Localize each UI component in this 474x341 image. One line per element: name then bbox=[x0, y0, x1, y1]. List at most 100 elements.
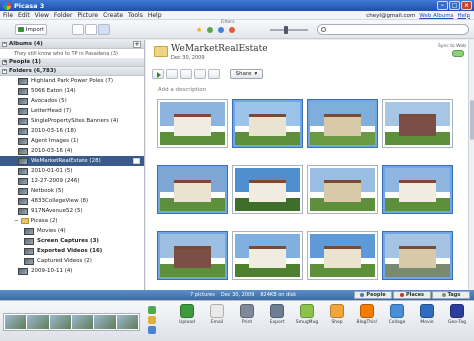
photo-thumbnail[interactable] bbox=[383, 166, 452, 213]
scrollbar-thumb[interactable] bbox=[470, 100, 474, 140]
folder-item[interactable]: 2010-03-16 (18) bbox=[0, 126, 144, 136]
collapse-icon[interactable]: - bbox=[2, 41, 7, 47]
detail-view-button[interactable] bbox=[98, 24, 110, 35]
menu-edit[interactable]: Edit bbox=[18, 12, 30, 19]
folder-item[interactable]: Avocados (5) bbox=[0, 96, 144, 106]
thumbnail-view-button[interactable] bbox=[85, 24, 97, 35]
album-title[interactable]: WeMarketRealEstate bbox=[171, 44, 268, 54]
add-description-field[interactable]: Add a description bbox=[158, 87, 206, 93]
maximize-button[interactable]: □ bbox=[449, 1, 460, 10]
photo-thumbnail[interactable] bbox=[308, 100, 377, 147]
search-input[interactable] bbox=[317, 24, 469, 35]
folder-item[interactable]: 2010-01-01 (5) bbox=[0, 166, 144, 176]
locked-button[interactable] bbox=[194, 69, 206, 79]
clear-icon[interactable] bbox=[148, 316, 156, 324]
folder-item[interactable]: Screen Captures (3) bbox=[0, 236, 144, 246]
places-button[interactable]: Places bbox=[393, 291, 431, 299]
tags-button[interactable]: Tags bbox=[432, 291, 470, 299]
tray-thumbnail[interactable] bbox=[49, 315, 71, 329]
albums-section-header[interactable]: - Albums (4) + bbox=[0, 40, 144, 49]
help-link[interactable]: Help bbox=[457, 13, 470, 19]
smugmug-button[interactable]: SmugMug bbox=[296, 304, 318, 325]
collage-button[interactable] bbox=[166, 69, 178, 79]
photo-thumbnail[interactable] bbox=[158, 166, 227, 213]
folder-item[interactable]: Agent Images (1) bbox=[0, 136, 144, 146]
list-view-button[interactable] bbox=[72, 24, 84, 35]
collapse-icon[interactable]: - bbox=[2, 68, 7, 74]
face-filter-icon[interactable] bbox=[218, 27, 224, 33]
folder-item[interactable]: 2009-10-11 (4) bbox=[0, 266, 144, 276]
folder-item[interactable]: Movies (4) bbox=[0, 226, 144, 236]
shop-button[interactable]: Shop bbox=[326, 304, 348, 325]
movie-tray-button[interactable]: Movie bbox=[416, 304, 438, 325]
blogthis-button[interactable]: BlogThis! bbox=[356, 304, 378, 325]
tray-thumbnail[interactable] bbox=[5, 315, 27, 329]
selection-tray[interactable] bbox=[3, 313, 140, 331]
photo-thumbnail[interactable] bbox=[383, 232, 452, 279]
menu-view[interactable]: View bbox=[35, 12, 49, 19]
movie-filter-icon[interactable] bbox=[207, 27, 213, 33]
slider-handle[interactable] bbox=[284, 26, 288, 34]
geotag-filter-icon[interactable] bbox=[229, 27, 235, 33]
photo-thumbnail[interactable] bbox=[308, 232, 377, 279]
photo-thumbnail[interactable] bbox=[308, 166, 377, 213]
folder-item[interactable]: 12-27-2009 (246) bbox=[0, 176, 144, 186]
folder-item-selected[interactable]: WeMarketRealEstate (28) bbox=[0, 156, 144, 166]
geotag-button[interactable]: Geo-Tag bbox=[446, 304, 468, 325]
minimize-button[interactable]: – bbox=[437, 1, 448, 10]
add-album-button[interactable]: + bbox=[133, 41, 141, 48]
menu-tools[interactable]: Tools bbox=[128, 12, 143, 19]
folder-item[interactable]: SinglePropertySites Banners (4) bbox=[0, 116, 144, 126]
close-button[interactable]: × bbox=[461, 1, 472, 10]
photo-thumbnail[interactable] bbox=[233, 232, 302, 279]
folder-item[interactable]: Exported Videos (16) bbox=[0, 246, 144, 256]
folder-item[interactable]: 5066 Eaton (14) bbox=[0, 86, 144, 96]
collapse-icon[interactable]: − bbox=[14, 218, 19, 224]
photo-thumbnail[interactable] bbox=[158, 100, 227, 147]
folder-item[interactable]: 4833CollegeView (8) bbox=[0, 196, 144, 206]
photo-thumbnail[interactable] bbox=[233, 166, 302, 213]
import-button[interactable]: Import bbox=[15, 24, 47, 35]
expand-icon[interactable]: + bbox=[2, 59, 7, 65]
starred-filter-icon[interactable]: ★ bbox=[196, 27, 202, 34]
folder-item[interactable]: Captured Videos (2) bbox=[0, 256, 144, 266]
tray-thumbnail[interactable] bbox=[27, 315, 49, 329]
folders-section-header[interactable]: - Folders (6,783) bbox=[0, 67, 144, 76]
print-button[interactable]: Print bbox=[236, 304, 258, 325]
people-section-header[interactable]: + People (1) bbox=[0, 58, 144, 67]
album-item[interactable]: They still know who to TP in Pasadena (3… bbox=[0, 49, 144, 58]
folder-share-icon[interactable] bbox=[133, 158, 140, 164]
photo-thumbnail[interactable] bbox=[158, 232, 227, 279]
tray-thumbnail[interactable] bbox=[116, 315, 138, 329]
folder-item[interactable]: Highland Park Power Poles (7) bbox=[0, 76, 144, 86]
menu-create[interactable]: Create bbox=[103, 12, 123, 19]
menu-file[interactable]: File bbox=[3, 12, 13, 19]
hold-icon[interactable] bbox=[148, 306, 156, 314]
folder-item[interactable]: 2010-03-16 (4) bbox=[0, 146, 144, 156]
export-tray-button[interactable]: Export bbox=[266, 304, 288, 325]
share-button[interactable]: Share ▾ bbox=[230, 69, 263, 79]
email-button[interactable]: Email bbox=[206, 304, 228, 325]
web-albums-link[interactable]: Web Albums bbox=[419, 13, 453, 19]
upload-button[interactable]: Upload bbox=[176, 304, 198, 325]
add-to-album-icon[interactable] bbox=[148, 326, 156, 334]
menu-help[interactable]: Help bbox=[148, 12, 162, 19]
folder-item[interactable]: Netbook (5) bbox=[0, 186, 144, 196]
movie-button[interactable] bbox=[180, 69, 192, 79]
export-button[interactable] bbox=[208, 69, 220, 79]
menu-folder[interactable]: Folder bbox=[54, 12, 73, 19]
folder-item[interactable]: 917NAvenue52 (5) bbox=[0, 206, 144, 216]
tray-thumbnail[interactable] bbox=[94, 315, 116, 329]
vertical-scrollbar[interactable] bbox=[468, 40, 474, 290]
sync-to-web-toggle[interactable] bbox=[452, 50, 464, 57]
photo-thumbnail[interactable] bbox=[383, 100, 452, 147]
tray-thumbnail[interactable] bbox=[71, 315, 94, 329]
slideshow-play-button[interactable] bbox=[152, 69, 164, 79]
menu-picture[interactable]: Picture bbox=[77, 12, 98, 19]
collage-tray-button[interactable]: Collage bbox=[386, 304, 408, 325]
picasa-folder-group[interactable]: − Picasa (2) bbox=[0, 216, 144, 226]
date-filter-slider[interactable] bbox=[270, 26, 308, 34]
people-button[interactable]: People bbox=[354, 291, 392, 299]
folder-item[interactable]: LetterHead (7) bbox=[0, 106, 144, 116]
photo-thumbnail[interactable] bbox=[233, 100, 302, 147]
